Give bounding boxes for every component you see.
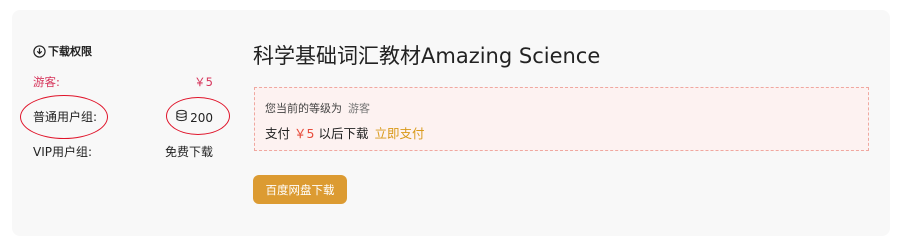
pay-prefix: 支付 xyxy=(265,126,291,141)
payment-notice-box: 您当前的等级为 游客 支付 ￥5 以后下载 立即支付 xyxy=(254,87,869,151)
pay-suffix: 以后下载 xyxy=(318,126,369,141)
price: ￥5 xyxy=(294,126,315,141)
permission-label: 游客: xyxy=(33,75,60,89)
permission-label: VIP用户组: xyxy=(33,145,93,159)
download-circle-icon xyxy=(33,44,46,58)
pay-now-link[interactable]: 立即支付 xyxy=(374,126,424,141)
user-level: 游客 xyxy=(348,102,370,115)
user-level-line: 您当前的等级为 游客 xyxy=(265,100,370,116)
download-permissions-heading: 下载权限 xyxy=(33,43,92,59)
permission-value: 免费下载 xyxy=(164,145,213,159)
annotation-circle xyxy=(166,97,230,135)
post-title: 科学基础词汇教材Amazing Science xyxy=(253,44,601,68)
permissions-title: 下载权限 xyxy=(48,45,92,58)
annotation-circle xyxy=(20,95,108,139)
permission-value: ￥5 xyxy=(194,75,213,89)
level-prefix: 您当前的等级为 xyxy=(265,102,342,115)
baidu-pan-download-button[interactable]: 百度网盘下载 xyxy=(253,175,347,204)
payment-line: 支付 ￥5 以后下载 立即支付 xyxy=(265,123,425,142)
